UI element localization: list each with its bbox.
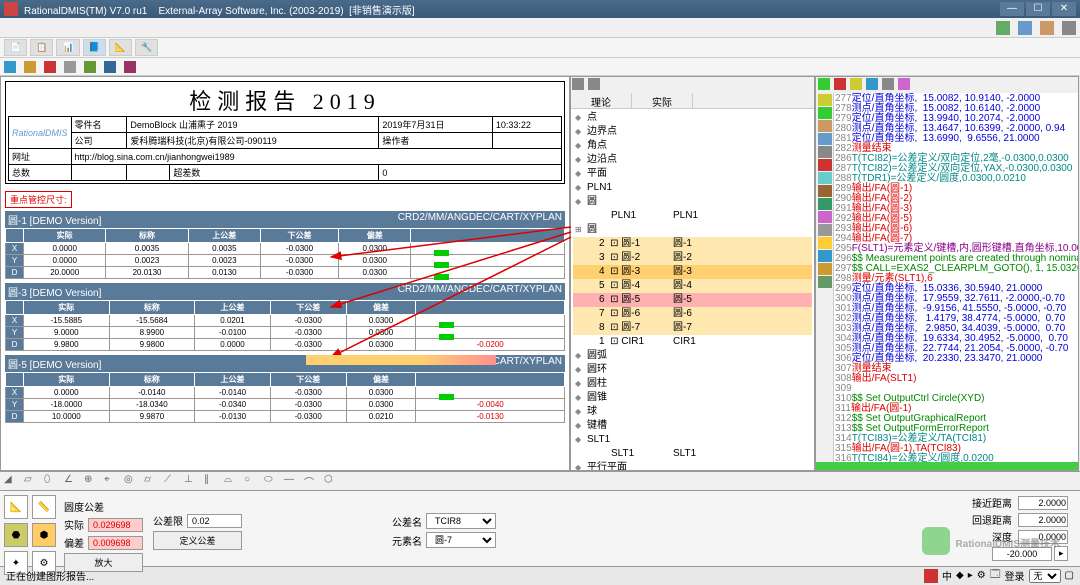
report-title: 检测报告 2019: [8, 84, 562, 116]
shape-icon[interactable]: ◎: [124, 474, 138, 488]
tol-label: 圆度公差: [64, 499, 143, 514]
report-info-table: RationalDMIS 零件名 DemoBlock 山浦熏子 2019 201…: [8, 116, 562, 181]
limit-input[interactable]: [187, 514, 242, 528]
paste-icon[interactable]: [84, 61, 96, 73]
tab[interactable]: 📐: [109, 39, 132, 56]
tab[interactable]: 📘: [83, 39, 106, 56]
code-cursor-line: [816, 462, 1078, 470]
retract-input[interactable]: [1018, 513, 1068, 527]
shape-icon[interactable]: —: [284, 474, 298, 488]
export-icon[interactable]: [124, 61, 136, 73]
tab[interactable]: 📄: [4, 39, 27, 56]
titlebar: RationalDMIS(TM) V7.0 ru1 External-Array…: [0, 0, 1080, 18]
shape-icon[interactable]: ○: [244, 474, 258, 488]
shape-icon[interactable]: ⬭: [264, 474, 278, 488]
tree-tabs: 理论 实际: [571, 93, 814, 109]
status-text: 正在创建图形报告...: [6, 568, 94, 583]
statusbar: 正在创建图形报告... 中◆▸⚙🗔 登录 无 ▢: [0, 566, 1080, 584]
print-icon[interactable]: [104, 61, 116, 73]
copy-icon[interactable]: [64, 61, 76, 73]
define-tol-button[interactable]: 定义公差: [153, 531, 242, 550]
section-label: 重点管控尺寸:: [5, 191, 72, 208]
shape-icon[interactable]: ⌒: [304, 474, 318, 488]
tol-name-select[interactable]: TCIR8: [426, 513, 496, 529]
run-icon[interactable]: [818, 78, 830, 90]
shape-icon[interactable]: ⌓: [224, 474, 238, 488]
maximize-button[interactable]: ☐: [1026, 2, 1050, 16]
window-title: RationalDMIS(TM) V7.0 ru1 External-Array…: [24, 2, 1000, 17]
tool-icon[interactable]: [1040, 21, 1054, 35]
approach-input[interactable]: [1018, 496, 1068, 510]
minimize-button[interactable]: —: [1000, 2, 1024, 16]
cut-icon[interactable]: [44, 61, 56, 73]
shape-icon[interactable]: ∥: [204, 474, 218, 488]
open-icon[interactable]: [24, 61, 36, 73]
tab-theory[interactable]: 理论: [571, 93, 632, 108]
dev-value: 0.009698: [88, 536, 143, 550]
save-icon[interactable]: [4, 61, 16, 73]
report-panel: 检测报告 2019 RationalDMIS 零件名 DemoBlock 山浦熏…: [0, 76, 570, 471]
close-button[interactable]: ✕: [1052, 2, 1076, 16]
top-right-icons: [0, 18, 1080, 38]
bottom-panel: 📐 📏 ⬣ ⬢ ✦ ⚙ 圆度公差 实际 0.029698 偏差 0.009698…: [0, 491, 1080, 566]
shape-icon[interactable]: ⬡: [324, 474, 338, 488]
shape-icon[interactable]: ⊥: [184, 474, 198, 488]
shape-icon[interactable]: ⟋: [164, 474, 178, 488]
elem-select[interactable]: 圆-7: [426, 532, 496, 548]
actual-value: 0.029698: [88, 518, 143, 532]
code-panel: 277定位/直角坐标, 15.0082, 10.9140, -2.0000278…: [815, 76, 1079, 471]
step-icon[interactable]: [850, 78, 862, 90]
highlight-bar: [306, 355, 496, 365]
shape-icon[interactable]: ⊕: [84, 474, 98, 488]
app-icon: [4, 2, 18, 16]
tool-icon[interactable]: [898, 78, 910, 90]
shape-icon[interactable]: ▱: [24, 474, 38, 488]
bottom-icon[interactable]: 📏: [32, 495, 56, 519]
code-editor[interactable]: 277定位/直角坐标, 15.0082, 10.9140, -2.0000278…: [834, 93, 1078, 471]
code-gutter: [816, 93, 834, 471]
shape-icon[interactable]: ⌭: [144, 474, 158, 488]
shape-icon[interactable]: ⬯: [44, 474, 58, 488]
bottom-icon[interactable]: ⬢: [32, 523, 56, 547]
save-icon[interactable]: [866, 78, 878, 90]
tool-icon[interactable]: [882, 78, 894, 90]
main-tabs: 📄 📋 📊 📘 📐 🔧: [0, 38, 1080, 58]
tool-icon[interactable]: [1018, 21, 1032, 35]
element-tree[interactable]: 点边界点角点边沿点平面PLN1圆PLN1PLN1圆2 ⊡ 圆-1圆-13 ⊡ 圆…: [571, 109, 814, 471]
tool-icon[interactable]: [1062, 21, 1076, 35]
secondary-toolbar: [0, 58, 1080, 76]
stop-icon[interactable]: [834, 78, 846, 90]
shape-icon[interactable]: ⌖: [104, 474, 118, 488]
tab[interactable]: 📊: [56, 39, 79, 56]
tree-panel: 理论 实际 点边界点角点边沿点平面PLN1圆PLN1PLN1圆2 ⊡ 圆-1圆-…: [570, 76, 815, 471]
tab[interactable]: 🔧: [135, 39, 158, 56]
bottom-toolbar: ◢ ▱ ⬯ ∠ ⊕ ⌖ ◎ ⌭ ⟋ ⊥ ∥ ⌓ ○ ⬭ — ⌒ ⬡: [0, 471, 1080, 491]
bottom-icon[interactable]: ⬣: [4, 523, 28, 547]
tab[interactable]: 📋: [30, 39, 53, 56]
status-dropdown[interactable]: 无: [1029, 569, 1061, 583]
tool-icon[interactable]: [996, 21, 1010, 35]
shape-icon[interactable]: ∠: [64, 474, 78, 488]
tab-actual[interactable]: 实际: [632, 93, 693, 108]
depth-input[interactable]: [1018, 530, 1068, 544]
shape-icon[interactable]: ◢: [4, 474, 18, 488]
code-toolbar: [816, 77, 1078, 93]
sb-icon[interactable]: [924, 569, 938, 583]
bottom-icon[interactable]: 📐: [4, 495, 28, 519]
